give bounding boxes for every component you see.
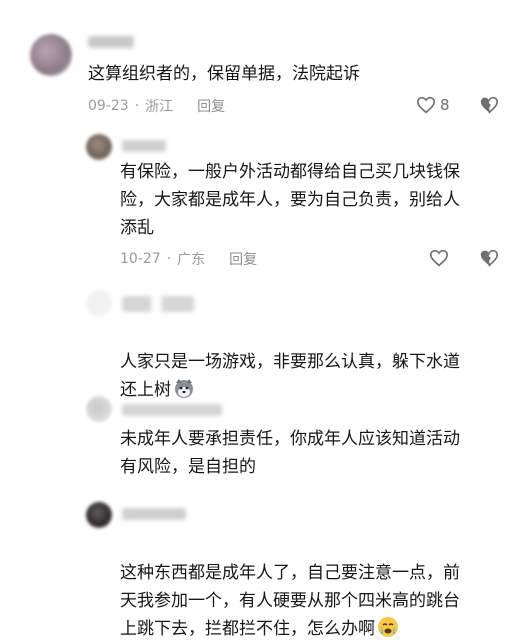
reply-button[interactable]: 回复 (229, 249, 257, 269)
like-count: 8 (440, 96, 450, 114)
comment-text: 人家只是一场游戏，非要那么认真，躲下水道 还上树 (120, 320, 460, 404)
reply-button[interactable]: 回复 (197, 96, 225, 116)
husky-face-emoji (175, 379, 193, 398)
comment-text-content: 人家只是一场游戏，非要那么认真，躲下水道 还上树 (120, 352, 460, 400)
username-blurred[interactable] (88, 36, 134, 48)
comment-text: 未成年人要承担责任，你成年人应该知道活动 有风险，是自担的 (120, 429, 460, 477)
comment-text: 这种东西都是成年人了，自己要注意一点，前 天我参加一个，有人硬要从那个四米高的跳… (120, 531, 460, 643)
avatar[interactable] (86, 396, 112, 422)
username-blurred[interactable] (122, 508, 186, 520)
username-blurred[interactable] (122, 296, 194, 312)
broken-heart-icon[interactable] (479, 249, 499, 267)
comment-meta: 10-27 · 广东 回复 (120, 249, 257, 269)
crying-face-emoji (378, 617, 398, 637)
heart-outline-icon[interactable] (429, 249, 449, 267)
username-blurred[interactable] (122, 140, 166, 152)
username-blurred[interactable] (122, 404, 222, 416)
separator-dot: · (166, 251, 172, 267)
comment-text-content: 这种东西都是成年人了，自己要注意一点，前 天我参加一个，有人硬要从那个四米高的跳… (120, 563, 460, 639)
comment-text: 有保险，一般户外活动都得给自己买几块钱保 险，大家都是成年人，要为自己负责，别给… (120, 162, 460, 238)
avatar[interactable] (86, 502, 112, 528)
heart-outline-icon[interactable] (416, 96, 436, 114)
broken-heart-icon[interactable] (479, 96, 499, 114)
comment-text: 这算组织者的，保留单据，法院起诉 (88, 64, 360, 84)
comment-date: 09-23 (88, 98, 129, 114)
avatar[interactable] (30, 34, 72, 76)
comment-date: 10-27 (120, 251, 161, 267)
separator-dot: · (134, 98, 140, 114)
comment-location: 浙江 (145, 99, 174, 115)
comment-meta: 09-23 · 浙江 回复 (88, 96, 225, 116)
avatar[interactable] (86, 290, 112, 316)
comment-location: 广东 (177, 252, 206, 268)
avatar[interactable] (86, 134, 112, 160)
